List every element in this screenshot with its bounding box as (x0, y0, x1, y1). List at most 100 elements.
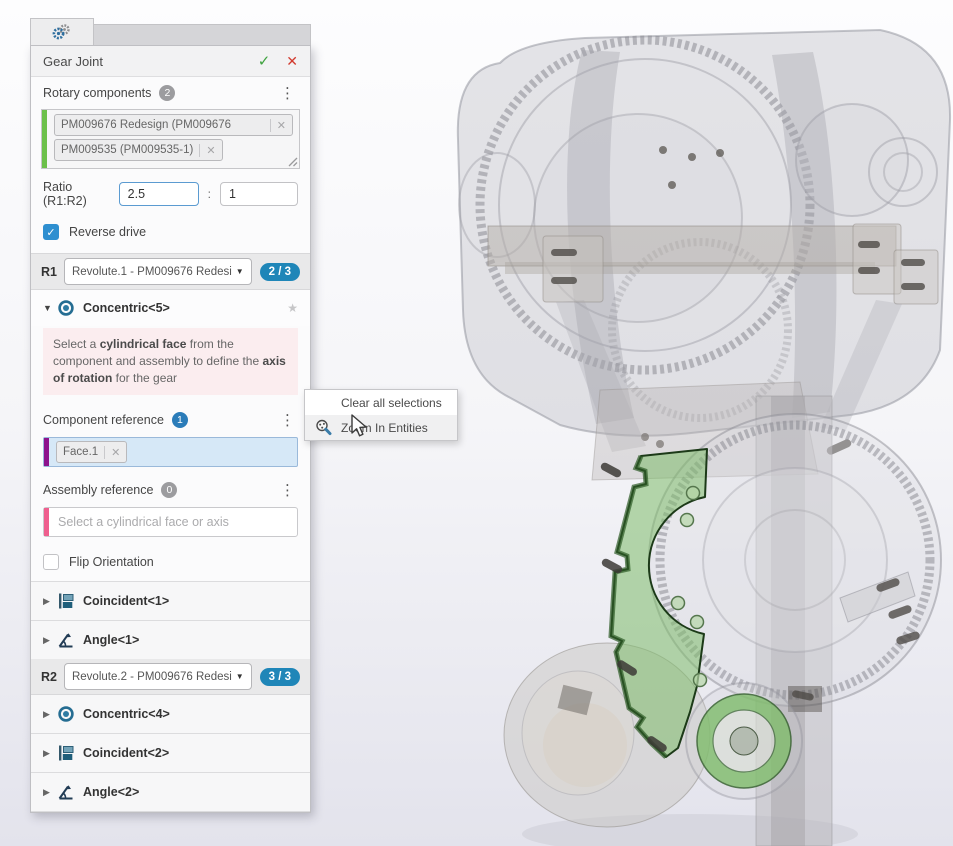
dialog-tabbar (30, 18, 311, 45)
menu-icon-cell (305, 419, 341, 436)
coincident1-row[interactable]: ▶ Coincident<1> (31, 581, 310, 620)
r1-tag: R1 (41, 265, 57, 279)
r2-progress-badge: 3 / 3 (260, 668, 300, 686)
flip-orientation-row: Flip Orientation (31, 547, 310, 577)
concentric5-header[interactable]: ▼ Concentric<5> ★ (31, 290, 310, 326)
assembly-pending-bar (44, 508, 49, 536)
angle2-label: Angle<2> (83, 785, 139, 799)
concentric4-row[interactable]: ▶ Concentric<4> (31, 695, 310, 733)
expand-arrow-icon[interactable]: ▶ (43, 748, 57, 759)
chip-label: PM009535 (PM009535-1) (61, 144, 193, 156)
clear-all-selections-label: Clear all selections (341, 396, 442, 410)
ratio-r2-input[interactable] (220, 182, 298, 206)
close-button[interactable]: ✕ (286, 53, 298, 70)
concentric5-label: Concentric<5> (83, 301, 170, 315)
angle-icon (57, 783, 75, 801)
lower-gear-web (703, 468, 887, 652)
assembly-reference-menu-icon[interactable]: ⋮ (277, 481, 298, 500)
hint-text: Select a (53, 337, 100, 351)
chip-remove-icon[interactable]: ✕ (199, 144, 215, 157)
flip-orientation-label: Flip Orientation (69, 555, 154, 569)
rotary-components-label: Rotary components (43, 86, 151, 100)
expand-arrow-icon[interactable]: ▶ (43, 709, 57, 720)
ratio-row: Ratio (R1:R2) : (31, 179, 310, 209)
chip-remove-icon[interactable]: ✕ (104, 446, 120, 459)
hint-text: for the gear (112, 371, 177, 385)
dialog-titlebar: Gear Joint ✓ ✕ (31, 46, 310, 77)
angle2-row[interactable]: ▶ Angle<2> (31, 772, 310, 812)
component-reference-menu-icon[interactable]: ⋮ (277, 411, 298, 430)
accept-button[interactable]: ✓ (258, 52, 271, 70)
selection-context-menu: Clear all selections Zoom In Entities (304, 389, 458, 441)
r1-bar: R1 Revolute.1 - PM009676 Redesig ▼ 2 / 3 (31, 253, 310, 290)
component-reference-label: Component reference (43, 413, 164, 427)
rotary-overflow-menu-icon[interactable]: ⋮ (277, 84, 298, 103)
coincident2-label: Coincident<2> (83, 746, 169, 760)
clear-all-selections-item[interactable]: Clear all selections (305, 390, 457, 415)
r2-revolute-dropdown[interactable]: Revolute.2 - PM009676 Redesig ▼ (64, 663, 252, 690)
zoom-in-entities-item[interactable]: Zoom In Entities (305, 415, 457, 440)
rotary-chip[interactable]: PM009535 (PM009535-1) ✕ (54, 139, 223, 161)
collapse-arrow-icon[interactable]: ▼ (43, 303, 57, 313)
expand-arrow-icon[interactable]: ▶ (43, 787, 57, 798)
rotary-selection-box[interactable]: PM009676 Redesign (PM009676 ✕ PM009535 (… (41, 109, 300, 169)
chip-label: Face.1 (63, 446, 98, 458)
dialog-title: Gear Joint (43, 54, 103, 69)
checkmark-icon: ✓ (46, 226, 55, 239)
mouse-cursor (349, 414, 369, 438)
component-reference-row: Component reference 1 ⋮ (31, 405, 310, 435)
hint-bold: cylindrical face (100, 337, 187, 351)
coincident-icon (57, 592, 75, 610)
resize-handle[interactable] (287, 156, 298, 167)
r2-dropdown-value: Revolute.2 - PM009676 Redesig (72, 671, 232, 683)
concentric-icon (57, 705, 75, 723)
assembly-reference-input[interactable] (56, 514, 297, 530)
chevron-down-icon: ▼ (236, 672, 244, 681)
assembly-reference-count-badge: 0 (161, 482, 177, 498)
concentric-hint-box: Select a cylindrical face from the compo… (43, 328, 298, 395)
zoom-in-entities-icon (315, 419, 332, 436)
angle1-label: Angle<1> (83, 633, 139, 647)
component-reference-field[interactable]: Face.1 ✕ (43, 437, 298, 467)
rotary-count-badge: 2 (159, 85, 175, 101)
r1-progress-badge: 2 / 3 (260, 263, 300, 281)
angle1-row[interactable]: ▶ Angle<1> (31, 620, 310, 659)
gear-joint-tab[interactable] (30, 18, 94, 45)
ratio-r1-input[interactable] (119, 182, 199, 206)
ratio-label: Ratio (R1:R2) (43, 180, 119, 208)
concentric-icon (57, 299, 75, 317)
assembly-reference-label: Assembly reference (43, 483, 153, 497)
chip-label: PM009676 Redesign (PM009676 (61, 119, 231, 131)
expand-arrow-icon[interactable]: ▶ (43, 596, 57, 607)
assembly-reference-field[interactable] (43, 507, 298, 537)
coincident-icon (57, 744, 75, 762)
rotary-components-row: Rotary components 2 ⋮ (31, 77, 310, 109)
r2-tag: R2 (41, 670, 57, 684)
ankle-drum-tint (543, 703, 627, 787)
rotary-chip[interactable]: PM009676 Redesign (PM009676 ✕ (54, 114, 293, 136)
r2-bar: R2 Revolute.2 - PM009676 Redesig ▼ 3 / 3 (31, 659, 310, 695)
concentric4-label: Concentric<4> (83, 707, 170, 721)
reverse-drive-label: Reverse drive (69, 225, 146, 239)
tabstrip-filler (94, 24, 311, 45)
gear-joint-dialog: Gear Joint ✓ ✕ Rotary components 2 ⋮ PM0… (30, 18, 311, 813)
left-bracket-plate (543, 236, 603, 302)
r1-revolute-dropdown[interactable]: Revolute.1 - PM009676 Redesig ▼ (64, 258, 252, 285)
gear-pair-icon (52, 24, 72, 40)
coincident2-row[interactable]: ▶ Coincident<2> (31, 733, 310, 772)
rotary-active-bar (42, 110, 47, 168)
assembly-reference-row: Assembly reference 0 ⋮ (31, 475, 310, 505)
expand-arrow-icon[interactable]: ▶ (43, 635, 57, 646)
coincident1-label: Coincident<1> (83, 594, 169, 608)
component-active-bar (44, 438, 49, 466)
flip-orientation-checkbox[interactable] (43, 554, 59, 570)
reverse-drive-checkbox[interactable]: ✓ (43, 224, 59, 240)
face1-chip[interactable]: Face.1 ✕ (56, 441, 127, 463)
hub-center (730, 727, 758, 755)
chip-remove-icon[interactable]: ✕ (270, 119, 286, 132)
r1-dropdown-value: Revolute.1 - PM009676 Redesig (72, 266, 232, 278)
favorite-star-icon[interactable]: ★ (287, 301, 298, 315)
ratio-colon: : (208, 187, 211, 201)
right-bracket-plate-2 (894, 250, 938, 304)
chevron-down-icon: ▼ (236, 267, 244, 276)
